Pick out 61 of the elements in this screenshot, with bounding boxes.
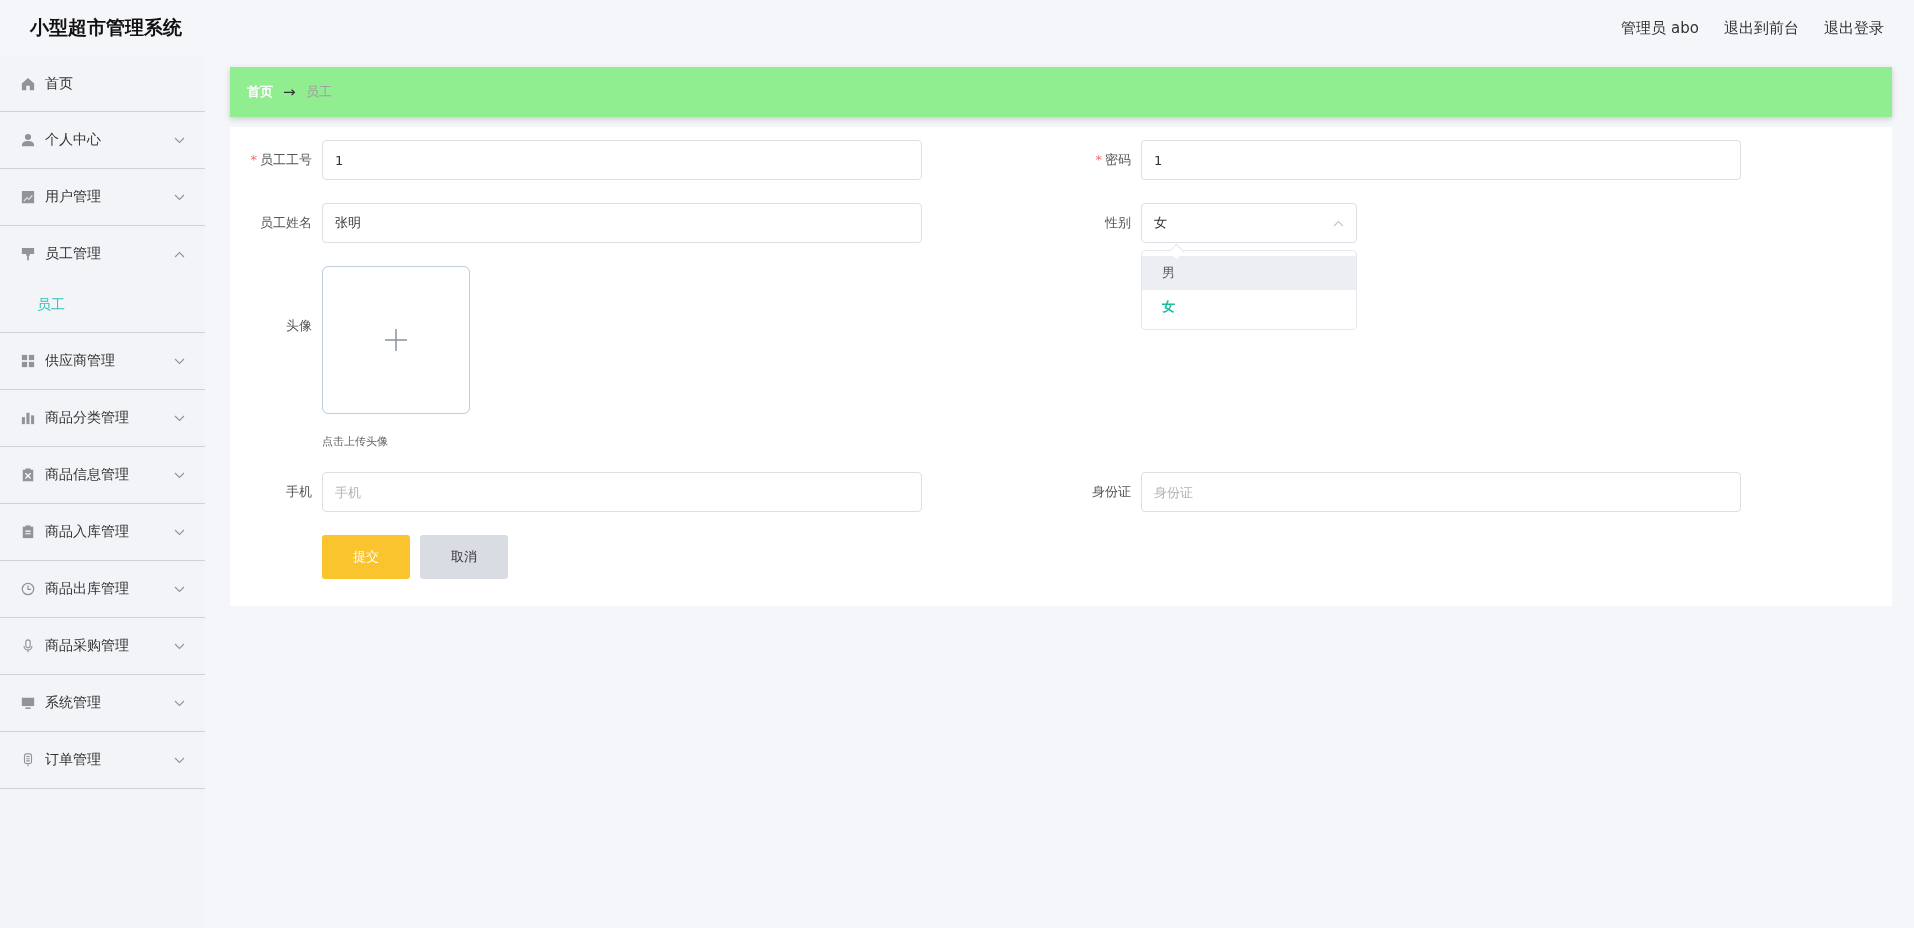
chevron-icon	[174, 756, 185, 764]
app-title: 小型超市管理系统	[30, 15, 182, 40]
menu-item[interactable]: 员工管理	[0, 226, 205, 282]
clipboard-icon	[21, 468, 35, 482]
field-label: 手机	[285, 483, 313, 501]
menu-item[interactable]: 供应商管理	[0, 333, 205, 389]
select-field[interactable]: 女	[1141, 203, 1357, 243]
person-icon	[21, 133, 35, 147]
chevron-icon	[174, 136, 185, 144]
brush-icon	[21, 247, 35, 261]
chevron-icon	[174, 642, 185, 650]
menu-item[interactable]: 商品分类管理	[0, 390, 205, 446]
chevron-icon	[174, 414, 185, 422]
clipboard-icon	[21, 525, 35, 539]
breadcrumb-separator: →	[283, 83, 296, 101]
chevron-icon	[174, 193, 185, 201]
chevron-icon	[174, 699, 185, 707]
chevron-icon	[174, 357, 185, 365]
required-mark: *	[250, 152, 257, 167]
required-mark: *	[1095, 152, 1102, 167]
field-label: 身份证	[1091, 483, 1132, 501]
text-field[interactable]: 1	[322, 140, 922, 180]
text-field[interactable]: 手机	[322, 472, 922, 512]
grid-icon	[21, 354, 35, 368]
menu-item[interactable]: 商品出库管理	[0, 561, 205, 617]
bar-chart-icon	[21, 411, 35, 425]
monitor-icon	[21, 696, 35, 710]
field-label: * 员工工号	[249, 151, 313, 169]
field-label: 性别	[1104, 214, 1132, 232]
chevron-icon	[174, 250, 185, 258]
menu-item[interactable]: 用户管理	[0, 169, 205, 225]
clock-icon	[21, 582, 35, 596]
device-icon	[21, 753, 35, 767]
field-label: * 密码	[1094, 151, 1132, 169]
chevron-icon	[174, 528, 185, 536]
header-link[interactable]: 退出登录	[1824, 18, 1884, 38]
menu-item[interactable]: 首页	[0, 56, 205, 112]
header-link[interactable]: 管理员 abo	[1621, 18, 1699, 38]
home-icon	[21, 76, 35, 91]
upload-hint: 点击上传头像	[322, 434, 389, 449]
header-link[interactable]: 退出到前台	[1724, 18, 1799, 38]
chevron-icon	[174, 585, 185, 593]
line-chart-icon	[21, 190, 35, 204]
field-label: 员工姓名	[259, 214, 313, 232]
text-field[interactable]: 1	[1141, 140, 1741, 180]
text-field[interactable]: 身份证	[1141, 472, 1741, 512]
plus-icon	[385, 329, 407, 351]
upload-box[interactable]	[322, 266, 470, 414]
chevron-icon	[1333, 219, 1344, 227]
menu-item[interactable]: 个人中心	[0, 112, 205, 168]
field-label: 头像	[285, 317, 313, 335]
microphone-icon	[21, 639, 35, 653]
text-field[interactable]: 张明	[322, 203, 922, 243]
menu-item[interactable]: 商品采购管理	[0, 618, 205, 674]
menu-item[interactable]: 商品入库管理	[0, 504, 205, 560]
dropdown-option[interactable]: 男	[1142, 256, 1356, 290]
menu-item[interactable]: 系统管理	[0, 675, 205, 731]
menu-item[interactable]: 商品信息管理	[0, 447, 205, 503]
menu-item[interactable]: 订单管理	[0, 732, 205, 788]
chevron-icon	[174, 471, 185, 479]
cancel-button[interactable]: 取消	[420, 535, 508, 579]
